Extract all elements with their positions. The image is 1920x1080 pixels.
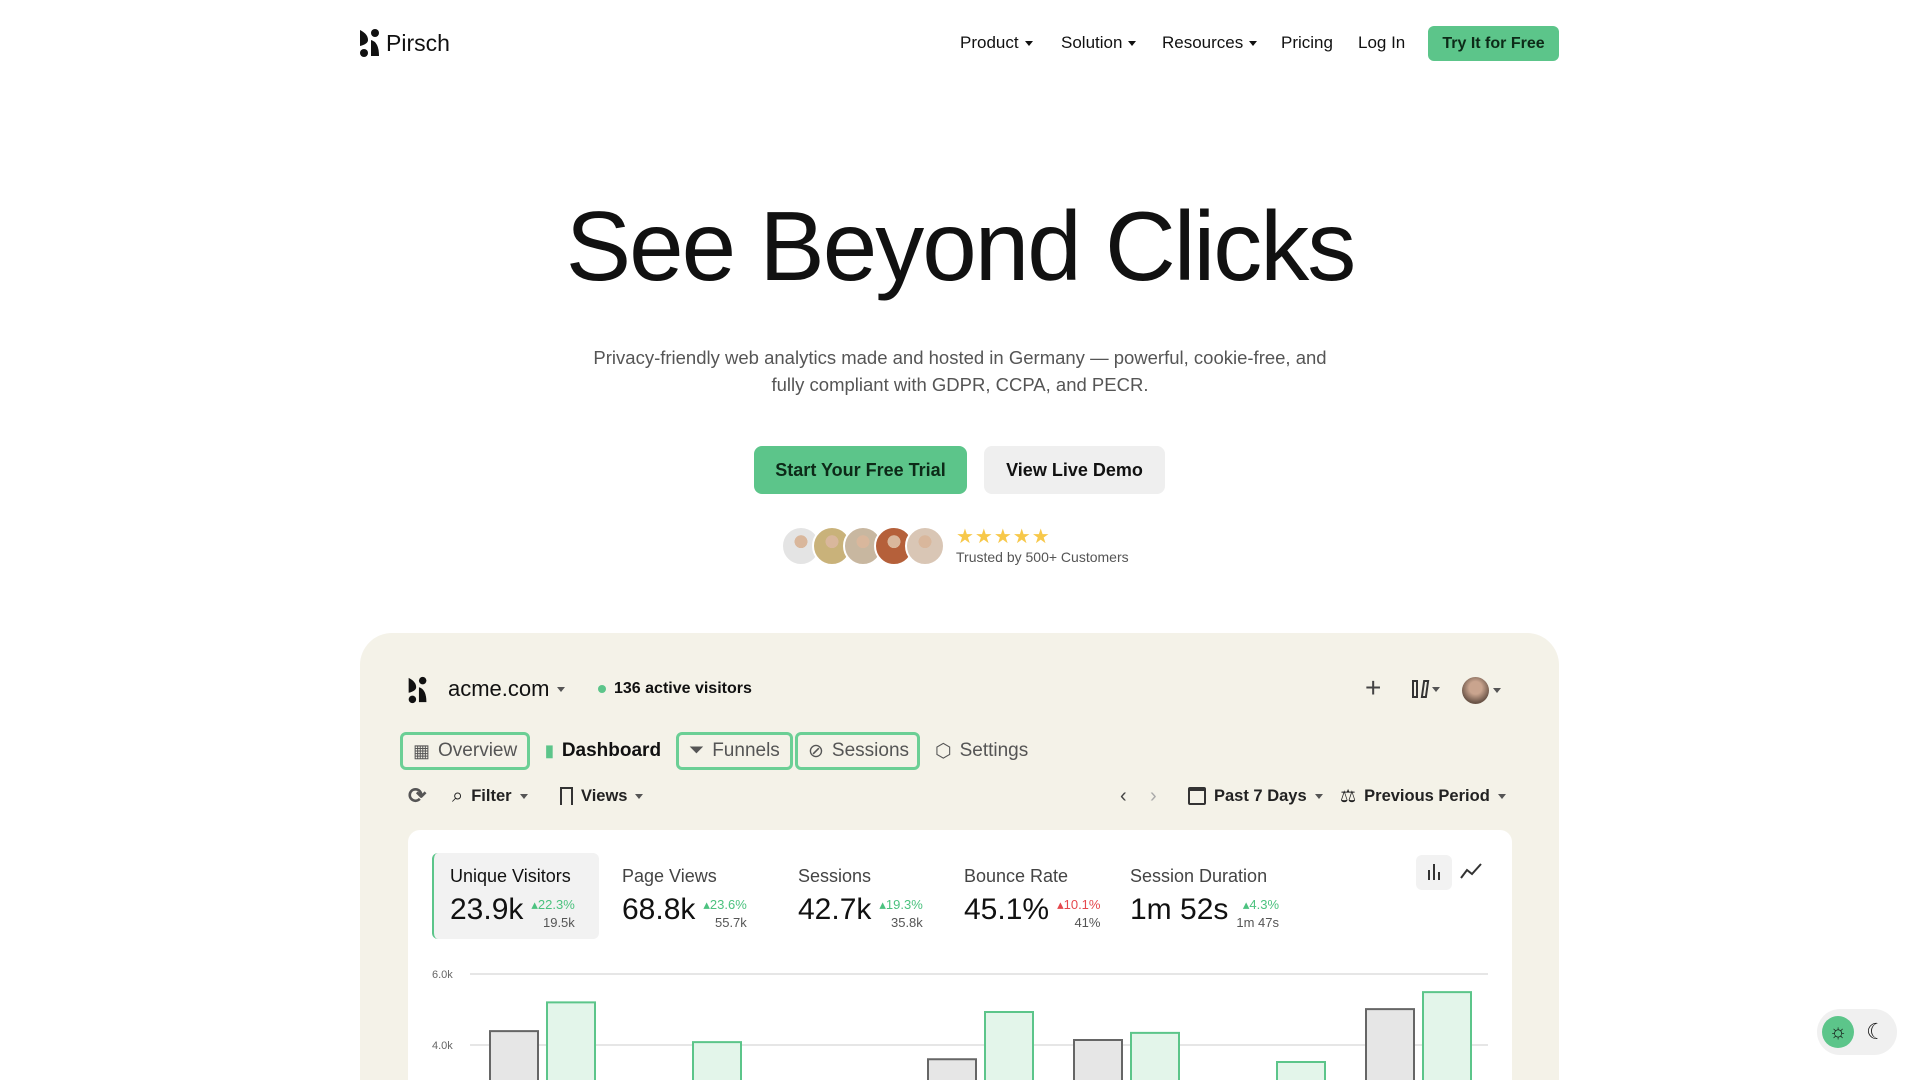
bar-current[interactable] bbox=[1131, 1032, 1179, 1080]
metric-value: 42.7k bbox=[798, 893, 872, 926]
brand-name: Pirsch bbox=[386, 29, 450, 56]
metric-label: Unique Visitors bbox=[450, 866, 571, 886]
metric-value: 45.1% bbox=[964, 893, 1050, 926]
bar-current[interactable] bbox=[985, 1011, 1033, 1080]
sun-icon: ☼ bbox=[1828, 1020, 1848, 1043]
bar-previous[interactable] bbox=[1074, 1040, 1122, 1080]
metric-change: ▴23.6% 55.7k bbox=[703, 897, 747, 930]
metric-unique-visitors[interactable]: Unique Visitors 23.9k ▴22.3% 19.5k bbox=[432, 853, 599, 939]
trust-text: Trusted by 500+ Customers bbox=[956, 549, 1129, 565]
metric-label: Page Views bbox=[622, 866, 717, 886]
visitors-chart: 6.0k 4.0k bbox=[432, 969, 1488, 1080]
period-selector[interactable]: Past 7 Days bbox=[1188, 784, 1323, 808]
pirsch-logo-icon bbox=[360, 29, 379, 57]
dark-theme-button[interactable]: ☾ bbox=[1860, 1016, 1892, 1048]
metric-value: 23.9k bbox=[450, 893, 524, 926]
search-icon: ⌕ bbox=[452, 784, 464, 807]
live-dot-icon bbox=[598, 685, 606, 693]
metric-value: 1m 52s bbox=[1130, 893, 1229, 926]
bar-previous[interactable] bbox=[1366, 1009, 1414, 1080]
calendar-icon bbox=[1188, 787, 1206, 805]
active-visitors: 136 active visitors bbox=[598, 680, 752, 698]
moon-icon: ☾ bbox=[1866, 1019, 1886, 1044]
metric-change: ▴19.3% 35.8k bbox=[879, 897, 923, 930]
views-button[interactable]: Views bbox=[560, 784, 644, 808]
caret-down-icon bbox=[557, 686, 566, 692]
view-demo-button[interactable]: View Live Demo bbox=[984, 446, 1165, 494]
avatar bbox=[1462, 677, 1489, 704]
bar-previous[interactable] bbox=[490, 1031, 538, 1080]
next-range-button[interactable]: › bbox=[1150, 784, 1157, 808]
nav-resources[interactable]: Resources bbox=[1162, 33, 1258, 53]
tab-settings[interactable]: ⬡ Settings bbox=[925, 732, 1038, 770]
line-chart-toggle[interactable] bbox=[1460, 862, 1482, 880]
metric-label: Session Duration bbox=[1130, 866, 1268, 886]
refresh-button[interactable]: ⟳ bbox=[408, 783, 427, 808]
bar-chart-icon: ▮ bbox=[545, 743, 554, 760]
site-selector[interactable]: acme.com bbox=[448, 676, 566, 702]
metric-sessions[interactable]: Sessions 42.7k ▴19.3% 35.8k bbox=[782, 853, 939, 939]
y-tick-label: 6.0k bbox=[432, 969, 453, 981]
bar-current[interactable] bbox=[547, 1002, 595, 1080]
grid-icon: ▦ bbox=[413, 740, 431, 761]
bar-current[interactable] bbox=[1277, 1062, 1325, 1080]
previous-range-button[interactable]: ‹ bbox=[1120, 784, 1127, 808]
tab-overview[interactable]: ▦ Overview bbox=[400, 732, 530, 770]
filter-button[interactable]: ⌕ Filter bbox=[452, 784, 528, 808]
brand-logo[interactable]: Pirsch bbox=[360, 28, 450, 58]
caret-down-icon bbox=[1128, 40, 1137, 46]
metric-label: Sessions bbox=[798, 866, 872, 886]
caret-down-icon bbox=[1024, 40, 1033, 46]
nav-product[interactable]: Product bbox=[960, 33, 1033, 53]
start-trial-button[interactable]: Start Your Free Trial bbox=[754, 446, 967, 494]
layout-menu-icon[interactable] bbox=[1412, 680, 1440, 698]
refresh-icon: ⟳ bbox=[408, 783, 427, 808]
metric-label: Bounce Rate bbox=[964, 866, 1069, 886]
scale-icon: ⚖ bbox=[1340, 785, 1357, 806]
compare-selector[interactable]: ⚖ Previous Period bbox=[1340, 784, 1506, 808]
hero-title: See Beyond Clicks bbox=[565, 191, 1357, 301]
metric-value: 68.8k bbox=[622, 893, 696, 926]
metric-bounce-rate[interactable]: Bounce Rate 45.1% ▴10.1% 41% bbox=[948, 853, 1116, 939]
nav-solution[interactable]: Solution bbox=[1061, 33, 1137, 53]
metric-page-views[interactable]: Page Views 68.8k ▴23.6% 55.7k bbox=[606, 853, 763, 939]
caret-down-icon bbox=[1249, 40, 1258, 46]
customer-avatar bbox=[905, 526, 945, 566]
metric-session-duration[interactable]: Session Duration 1m 52s ▴4.3% 1m 47s bbox=[1114, 853, 1295, 939]
funnel-icon: ⏷ bbox=[689, 740, 705, 761]
gear-icon: ⬡ bbox=[935, 740, 952, 762]
bar-current[interactable] bbox=[693, 1042, 741, 1080]
metric-change: ▴22.3% 19.5k bbox=[531, 897, 575, 930]
rating-stars: ★★★★★ bbox=[956, 526, 1051, 548]
compass-icon: ⊘ bbox=[808, 740, 824, 762]
metric-change: ▴10.1% 41% bbox=[1057, 897, 1101, 930]
bar-chart-toggle[interactable] bbox=[1416, 855, 1452, 890]
tab-funnels[interactable]: ⏷ Funnels bbox=[676, 732, 793, 770]
nav-login[interactable]: Log In bbox=[1358, 33, 1405, 53]
try-free-button[interactable]: Try It for Free bbox=[1428, 26, 1559, 61]
hero-subtitle: Privacy-friendly web analytics made and … bbox=[593, 347, 1327, 395]
add-icon[interactable]: + bbox=[1365, 672, 1381, 704]
y-tick-label: 4.0k bbox=[432, 1040, 453, 1052]
user-avatar-menu[interactable] bbox=[1462, 677, 1501, 704]
metric-change: ▴4.3% 1m 47s bbox=[1236, 897, 1280, 930]
light-theme-button[interactable]: ☼ bbox=[1822, 1016, 1854, 1048]
tab-sessions[interactable]: ⊘ Sessions bbox=[795, 732, 920, 770]
tab-dashboard[interactable]: ▮ Dashboard bbox=[535, 732, 671, 770]
bookmark-icon bbox=[560, 787, 573, 805]
nav-pricing[interactable]: Pricing bbox=[1281, 33, 1333, 53]
dashboard-logo-icon bbox=[408, 676, 427, 704]
bar-current[interactable] bbox=[1423, 992, 1471, 1080]
bar-previous[interactable] bbox=[928, 1059, 976, 1080]
